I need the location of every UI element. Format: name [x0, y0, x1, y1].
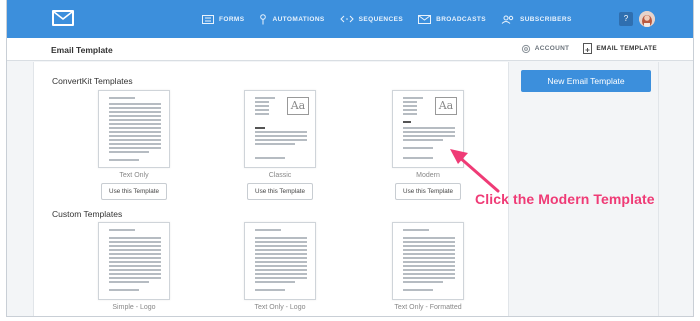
nav-subscribers-label: SUBSCRIBERS [519, 15, 572, 23]
nav-forms[interactable]: FORMS [202, 14, 245, 24]
document-icon [583, 43, 593, 54]
nav-automations[interactable]: AUTOMATIONS [259, 13, 325, 25]
nav-subscribers[interactable]: SUBSCRIBERS [501, 15, 572, 24]
account-link[interactable]: ACCOUNT [521, 44, 570, 54]
email-template-label: EMAIL TEMPLATE [596, 45, 657, 52]
email-template-link[interactable]: EMAIL TEMPLATE [583, 43, 657, 54]
template-thumbnail[interactable]: Aa [244, 90, 316, 168]
annotation-arrow-icon [450, 149, 500, 193]
template-name: Text Only - Logo [254, 304, 306, 311]
logo-envelope-icon[interactable] [52, 10, 74, 26]
use-template-button[interactable]: Use this Template [101, 183, 167, 200]
app-frame: FORMS AUTOMATIONS SEQUENCES BROADCASTS S… [6, 0, 694, 317]
template-name: Simple - Logo [112, 304, 156, 311]
nav-forms-label: FORMS [219, 15, 245, 23]
sequences-icon [339, 15, 354, 23]
template-card-text-only-logo: Text Only - Logo [220, 222, 340, 311]
page-title: Email Template [51, 45, 113, 55]
page-header: Email Template ACCOUNT EMAIL TEMPLATE [7, 38, 693, 61]
template-thumbnail[interactable] [392, 222, 464, 300]
user-avatar[interactable] [639, 11, 655, 27]
annotation-callout: Click the Modern Template [475, 191, 655, 207]
help-button[interactable]: ? [619, 12, 633, 26]
subscribers-icon [501, 15, 514, 24]
new-email-template-button[interactable]: New Email Template [521, 70, 651, 92]
nav-broadcasts[interactable]: BROADCASTS [418, 14, 486, 24]
template-thumbnail[interactable] [98, 90, 170, 168]
main-nav: FORMS AUTOMATIONS SEQUENCES BROADCASTS S… [202, 0, 572, 38]
automations-icon [260, 13, 267, 24]
gear-icon [521, 44, 530, 53]
template-card-classic: Aa Classic Use this Template [220, 90, 340, 200]
template-thumbnail[interactable] [98, 222, 170, 300]
template-name: Classic [268, 172, 292, 179]
typeface-aa-icon: Aa [435, 97, 457, 115]
template-card-simple-logo: Simple - Logo [74, 222, 194, 311]
forms-icon [202, 14, 214, 24]
nav-sequences[interactable]: SEQUENCES [339, 15, 404, 23]
broadcasts-icon [418, 14, 432, 24]
use-template-button[interactable]: Use this Template [247, 183, 313, 200]
template-card-text-only-formatted: Text Only - Formatted [368, 222, 488, 311]
nav-broadcasts-label: BROADCASTS [436, 15, 486, 23]
nav-automations-label: AUTOMATIONS [272, 15, 325, 23]
account-label: ACCOUNT [534, 45, 570, 52]
right-sidebar: New Email Template [509, 62, 659, 316]
settings-subnav: ACCOUNT EMAIL TEMPLATE [521, 43, 657, 54]
convertkit-templates-heading: ConvertKit Templates [52, 76, 133, 86]
template-name: Text Only - Formatted [394, 304, 462, 311]
custom-templates-heading: Custom Templates [52, 209, 123, 219]
template-card-text-only: Text Only Use this Template [74, 90, 194, 200]
template-thumbnail[interactable] [244, 222, 316, 300]
nav-sequences-label: SEQUENCES [358, 15, 404, 23]
templates-panel: ConvertKit Templates Text Only Use this … [33, 62, 509, 316]
template-name: Text Only [119, 172, 149, 179]
typeface-aa-icon: Aa [287, 97, 309, 115]
top-navbar: FORMS AUTOMATIONS SEQUENCES BROADCASTS S… [7, 0, 693, 38]
